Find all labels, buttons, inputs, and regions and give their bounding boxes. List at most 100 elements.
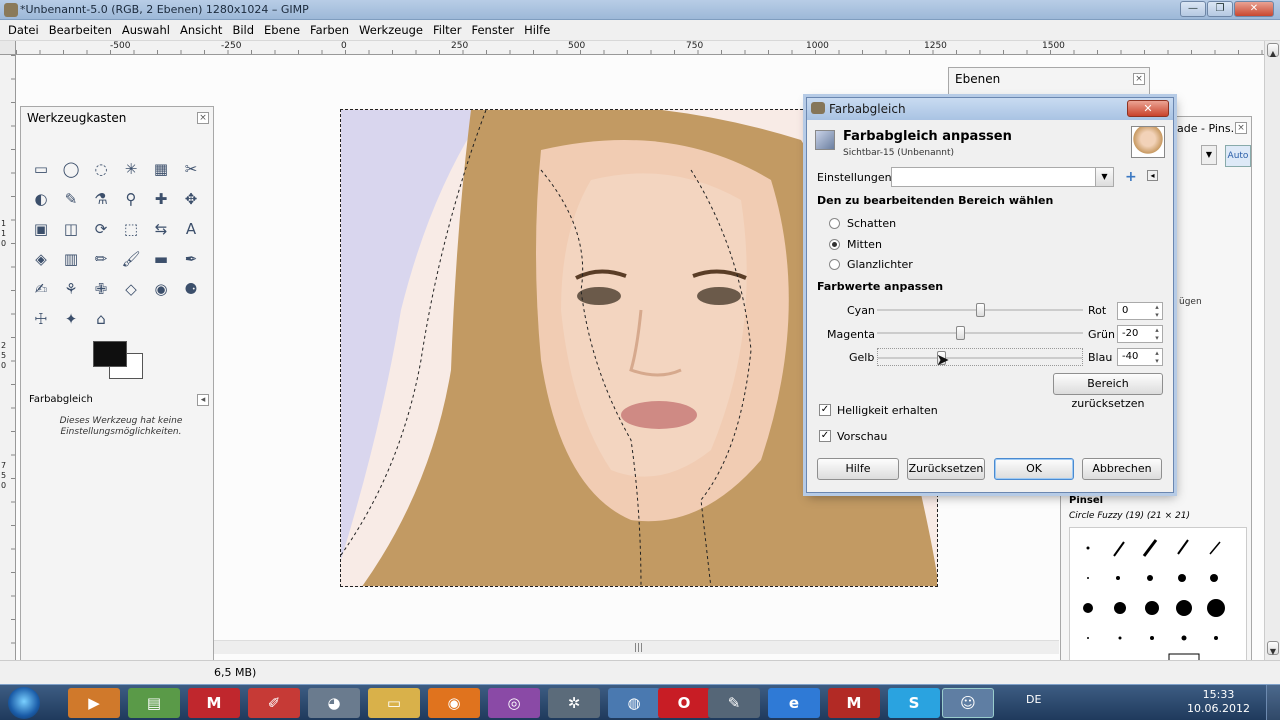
webcam-icon[interactable]: ◍: [608, 688, 660, 718]
perspective-clone-icon[interactable]: ◇: [119, 277, 143, 301]
menu-filter[interactable]: Filter: [428, 23, 466, 37]
foreground-select-icon[interactable]: ◐: [29, 187, 53, 211]
preset-menu-icon[interactable]: ◂: [1147, 170, 1158, 181]
acrobat-icon[interactable]: ✐: [248, 688, 300, 718]
menu-bearbeiten[interactable]: Bearbeiten: [44, 23, 117, 37]
bucket-fill-icon[interactable]: ◈: [29, 247, 53, 271]
airbrush-icon[interactable]: ✒: [179, 247, 203, 271]
fuzzy-select-icon[interactable]: ✳: [119, 157, 143, 181]
language-indicator[interactable]: DE: [1026, 693, 1041, 706]
yellow-blue-value[interactable]: -40: [1117, 348, 1163, 366]
media-player-icon[interactable]: ▶: [68, 688, 120, 718]
clone-icon[interactable]: ⚘: [59, 277, 83, 301]
text-tool-icon[interactable]: A: [179, 217, 203, 241]
photo-viewer-icon[interactable]: ☺: [942, 688, 994, 718]
color-picker-icon[interactable]: ⚗: [89, 187, 113, 211]
reset-range-button[interactable]: Bereich zurücksetzen: [1053, 373, 1163, 410]
preview-label[interactable]: Vorschau: [837, 430, 887, 443]
preserve-luminosity-checkbox[interactable]: ✓: [819, 404, 831, 416]
dialog-titlebar[interactable]: Farbabgleich: [807, 98, 1173, 120]
magenta-green-value[interactable]: -20: [1117, 325, 1163, 343]
cyan-red-value[interactable]: 0: [1117, 302, 1163, 320]
explorer-icon[interactable]: ▭: [368, 688, 420, 718]
slider-knob[interactable]: [976, 303, 985, 317]
menu-hilfe[interactable]: Hilfe: [519, 23, 555, 37]
reset-button[interactable]: Zurücksetzen: [907, 458, 985, 480]
radio-label-glanzlichter[interactable]: Glanzlichter: [847, 258, 913, 271]
blur-icon[interactable]: ◉: [149, 277, 173, 301]
tools-icon[interactable]: ✲: [548, 688, 600, 718]
menu-auswahl[interactable]: Auswahl: [117, 23, 175, 37]
vertical-ruler[interactable]: 1 1 0 2 5 0 7 5 0: [0, 55, 16, 660]
ellipse-select-icon[interactable]: ◯: [59, 157, 83, 181]
measure-icon[interactable]: ✚: [149, 187, 173, 211]
close-icon[interactable]: ×: [197, 112, 209, 124]
help-button[interactable]: Hilfe: [817, 458, 899, 480]
horizontal-scrollbar[interactable]: |||: [214, 640, 1059, 654]
dock-dropdown-icon[interactable]: ▼: [1201, 145, 1217, 165]
eraser-icon[interactable]: ▬: [149, 247, 173, 271]
close-icon[interactable]: ×: [1235, 122, 1247, 134]
preview-checkbox[interactable]: ✓: [819, 430, 831, 442]
app-m-icon[interactable]: M: [188, 688, 240, 718]
chevron-down-icon[interactable]: ▼: [1095, 168, 1113, 186]
add-preset-icon[interactable]: +: [1125, 169, 1137, 185]
horizontal-ruler[interactable]: -500 -250 0 250 500 750 1000 1250 1500: [16, 41, 1264, 55]
menu-farben[interactable]: Farben: [305, 23, 354, 37]
ruler-corner[interactable]: [0, 41, 16, 55]
preserve-luminosity-label[interactable]: Helligkeit erhalten: [837, 404, 938, 417]
cyan-red-slider[interactable]: [877, 301, 1083, 319]
menu-ansicht[interactable]: Ansicht: [175, 23, 227, 37]
dialog-close-button[interactable]: ✕: [1127, 100, 1169, 117]
radio-label-mitten[interactable]: Mitten: [847, 238, 882, 251]
start-button[interactable]: [8, 687, 40, 719]
minimize-button[interactable]: —: [1180, 1, 1206, 17]
radio-mitten[interactable]: [829, 239, 840, 250]
window-titlebar[interactable]: *Unbenannt-5.0 (RGB, 2 Ebenen) 1280x1024…: [0, 0, 1280, 20]
scroll-down-icon[interactable]: ▼: [1267, 641, 1279, 656]
smudge-icon[interactable]: ☩: [29, 307, 53, 331]
tool-options-menu-icon[interactable]: ◂: [197, 394, 209, 406]
paintbrush-icon[interactable]: 🖌: [119, 247, 143, 271]
settings-combo[interactable]: ▼: [891, 167, 1114, 187]
documents-icon[interactable]: ▤: [128, 688, 180, 718]
flip-icon[interactable]: ⇆: [149, 217, 173, 241]
radio-label-schatten[interactable]: Schatten: [847, 217, 896, 230]
heal-icon[interactable]: ✙: [89, 277, 113, 301]
blend-icon[interactable]: ▥: [59, 247, 83, 271]
ink-icon[interactable]: ✍: [29, 277, 53, 301]
color-select-icon[interactable]: ▦: [149, 157, 173, 181]
magenta-green-slider[interactable]: [877, 324, 1083, 342]
move-icon[interactable]: ✥: [179, 187, 203, 211]
align-icon[interactable]: ▣: [29, 217, 53, 241]
menu-datei[interactable]: Datei: [3, 23, 44, 37]
scroll-grip[interactable]: |||: [634, 643, 643, 653]
pencil-icon[interactable]: ✏: [89, 247, 113, 271]
close-button[interactable]: ✕: [1234, 1, 1274, 17]
menu-ebene[interactable]: Ebene: [259, 23, 305, 37]
dodge-burn-icon[interactable]: ⚈: [179, 277, 203, 301]
scale-icon[interactable]: ⬚: [119, 217, 143, 241]
opera-icon[interactable]: O: [658, 688, 710, 718]
menu-werkzeuge[interactable]: Werkzeuge: [354, 23, 428, 37]
scissors-icon[interactable]: ✂: [179, 157, 203, 181]
menu-fenster[interactable]: Fenster: [466, 23, 519, 37]
gimp-taskbar-icon[interactable]: ◕: [308, 688, 360, 718]
slider-knob[interactable]: [956, 326, 965, 340]
paths-icon[interactable]: ✎: [59, 187, 83, 211]
cancel-button[interactable]: Abbrechen: [1082, 458, 1162, 480]
clock[interactable]: 15:33 10.06.2012: [1187, 688, 1250, 716]
notepad-icon[interactable]: ✎: [708, 688, 760, 718]
brush-grid[interactable]: [1069, 527, 1247, 685]
cage-icon[interactable]: ⌂: [89, 307, 113, 331]
yellow-blue-slider[interactable]: [877, 348, 1083, 366]
vertical-scrollbar[interactable]: ▲ ▼: [1264, 41, 1280, 660]
close-icon[interactable]: ×: [1133, 73, 1145, 85]
star-icon[interactable]: ✦: [59, 307, 83, 331]
lasso-icon[interactable]: ◌: [89, 157, 113, 181]
foreground-color-swatch-top[interactable]: [93, 341, 127, 367]
rect-select-icon[interactable]: ▭: [29, 157, 53, 181]
dock-tab-label[interactable]: ade - Pins...: [1177, 122, 1241, 135]
zoom-tool-icon[interactable]: ⚲: [119, 187, 143, 211]
auto-button[interactable]: Auto: [1225, 145, 1251, 167]
